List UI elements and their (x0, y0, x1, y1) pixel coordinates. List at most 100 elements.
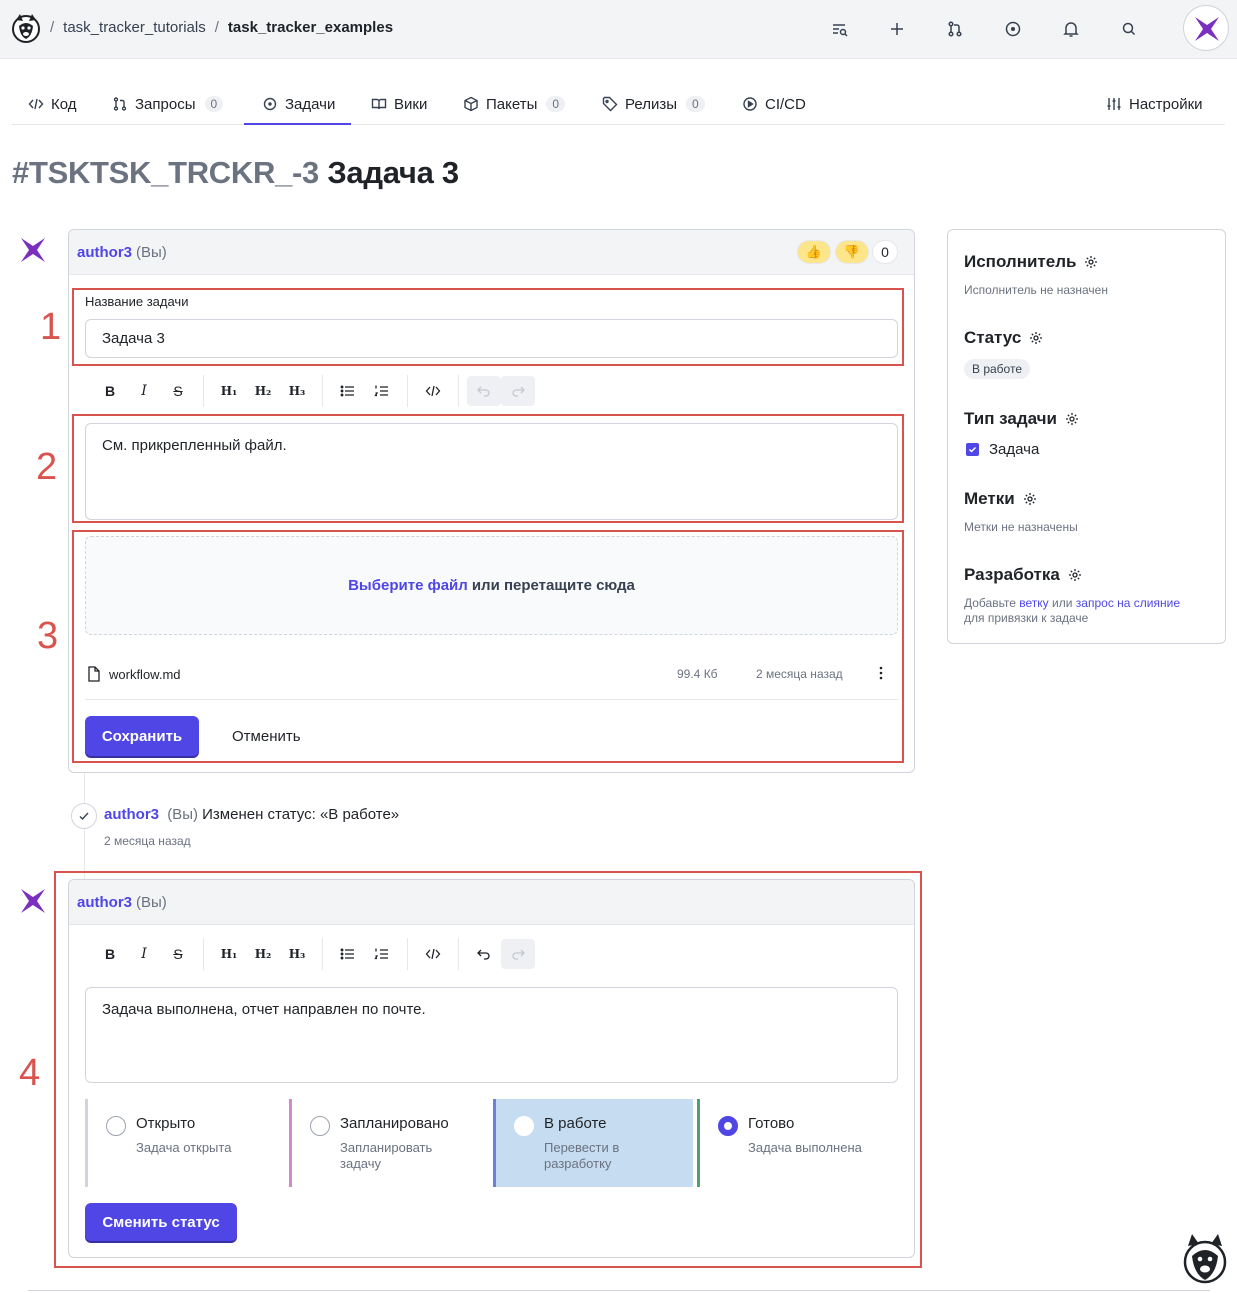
choose-file-link[interactable]: Выберите файл (348, 577, 468, 594)
more-vertical-icon[interactable] (879, 666, 883, 680)
breadcrumb-org[interactable]: task_tracker_tutorials (63, 19, 206, 36)
plus-icon[interactable] (887, 19, 907, 39)
undo-icon (476, 383, 492, 399)
status-option-open[interactable]: Открыто Задача открыта (85, 1099, 285, 1187)
gear-icon[interactable] (1029, 331, 1043, 345)
branch-link[interactable]: ветку (1019, 596, 1048, 610)
heading-1-button[interactable]: H₁ (212, 376, 246, 406)
dropzone-hint: или перетащите сюда (471, 577, 635, 594)
play-icon (742, 96, 758, 112)
file-time: 2 месяца назад (756, 667, 843, 681)
user-avatar[interactable] (1183, 5, 1229, 51)
labels-title: Метки (964, 489, 1015, 508)
save-button[interactable]: Сохранить (85, 716, 199, 756)
description-textarea[interactable]: См. прикрепленный файл. (85, 423, 898, 520)
app-logo-icon[interactable] (10, 12, 42, 44)
page-title: #TSKTSK_TRCKR_-3 Задача 3 (12, 155, 459, 191)
code-button[interactable] (416, 939, 450, 969)
you-label: (Вы) (136, 243, 167, 261)
author-link[interactable]: author3 (77, 244, 132, 261)
tab-label: Настройки (1129, 95, 1203, 113)
status-option-planned[interactable]: Запланировано Запланировать задачу (289, 1099, 489, 1187)
status-option-in-progress[interactable]: В работе Перевести в разработку (493, 1099, 693, 1187)
status-radio-checked[interactable] (718, 1116, 738, 1136)
comment-header: author3 (Вы) (69, 880, 914, 925)
dev-text: или (1052, 596, 1073, 610)
status-option-desc: Задача выполнена (748, 1140, 862, 1155)
file-dropzone[interactable]: Выберите файл или перетащите сюда (85, 536, 898, 635)
gear-icon[interactable] (1068, 568, 1082, 582)
heading-2-button[interactable]: H₂ (246, 939, 280, 969)
tab-ci-cd[interactable]: CI/CD (742, 84, 806, 124)
heading-3-button[interactable]: H₃ (280, 939, 314, 969)
author-avatar-icon[interactable] (20, 237, 46, 263)
thumbs-down-icon[interactable]: 👎 (835, 240, 869, 264)
search-icon[interactable] (1119, 19, 1139, 39)
tab-requests[interactable]: Запросы 0 (112, 84, 224, 124)
heading-3-button[interactable]: H₃ (280, 376, 314, 406)
tab-releases[interactable]: Релизы 0 (602, 84, 705, 124)
numbered-list-icon (374, 946, 390, 962)
numbered-list-button[interactable] (365, 939, 399, 969)
strikethrough-button[interactable]: S (161, 376, 195, 406)
undo-button[interactable] (467, 376, 501, 406)
issue-sidebar: Исполнитель Исполнитель не назначен Стат… (947, 229, 1226, 644)
tag-icon (602, 96, 618, 112)
status-option-title: В работе (544, 1115, 607, 1132)
assignee-section-title: Исполнитель (964, 252, 1098, 272)
gear-icon[interactable] (1023, 492, 1037, 506)
comment-textarea[interactable]: Задача выполнена, отчет направлен по поч… (85, 987, 898, 1083)
status-radio[interactable] (106, 1116, 126, 1136)
bullet-list-button[interactable] (331, 939, 365, 969)
strikethrough-button[interactable]: S (161, 939, 195, 969)
gear-icon[interactable] (1065, 412, 1079, 426)
mascot-icon[interactable] (1180, 1232, 1230, 1284)
tab-issues[interactable]: Задачи (243, 84, 352, 125)
tab-code[interactable]: Код (28, 84, 77, 124)
italic-button[interactable]: I (127, 376, 161, 406)
merge-request-link[interactable]: запрос на слияние (1076, 596, 1180, 610)
undo-button[interactable] (467, 939, 501, 969)
labels-value: Метки не назначены (964, 520, 1078, 534)
file-name[interactable]: workflow.md (109, 667, 181, 682)
bullet-list-button[interactable] (331, 376, 365, 406)
file-icon (87, 666, 101, 682)
tab-label: Задачи (285, 95, 336, 113)
numbered-list-button[interactable] (365, 376, 399, 406)
title-input[interactable]: Задача 3 (85, 319, 898, 358)
cancel-button[interactable]: Отменить (232, 716, 301, 756)
status-radio[interactable] (310, 1116, 330, 1136)
tab-wiki[interactable]: Вики (371, 84, 427, 124)
pull-request-icon[interactable] (945, 19, 965, 39)
filter-search-icon[interactable] (830, 19, 850, 39)
event-author-link[interactable]: author3 (104, 806, 159, 823)
bell-icon[interactable] (1061, 19, 1081, 39)
status-radio[interactable] (514, 1116, 534, 1136)
comment-header: author3 (Вы) (69, 230, 914, 275)
author-avatar-icon[interactable] (20, 888, 46, 914)
italic-button[interactable]: I (127, 939, 161, 969)
redo-button[interactable] (501, 376, 535, 406)
redo-button[interactable] (501, 939, 535, 969)
status-option-done[interactable]: Готово Задача выполнена (697, 1099, 897, 1187)
gear-icon[interactable] (1084, 255, 1098, 269)
bold-button[interactable]: B (93, 939, 127, 969)
code-button[interactable] (416, 376, 450, 406)
thumbs-up-icon[interactable]: 👍 (797, 240, 831, 264)
development-section-title: Разработка (964, 565, 1082, 585)
status-check-icon (71, 803, 97, 829)
tab-settings[interactable]: Настройки (1106, 84, 1203, 124)
assignee-value: Исполнитель не назначен (964, 283, 1108, 297)
issue-icon[interactable] (1003, 19, 1023, 39)
checkbox-checked-icon (966, 443, 979, 456)
heading-2-button[interactable]: H₂ (246, 376, 280, 406)
author-link[interactable]: author3 (77, 894, 132, 911)
numbered-list-icon (374, 383, 390, 399)
change-status-button[interactable]: Сменить статус (85, 1203, 237, 1241)
breadcrumb-repo[interactable]: task_tracker_examples (228, 19, 393, 36)
bold-button[interactable]: B (93, 376, 127, 406)
type-section-title: Тип задачи (964, 409, 1079, 429)
footer-divider (28, 1290, 1210, 1291)
tab-packages[interactable]: Пакеты 0 (463, 84, 566, 124)
heading-1-button[interactable]: H₁ (212, 939, 246, 969)
